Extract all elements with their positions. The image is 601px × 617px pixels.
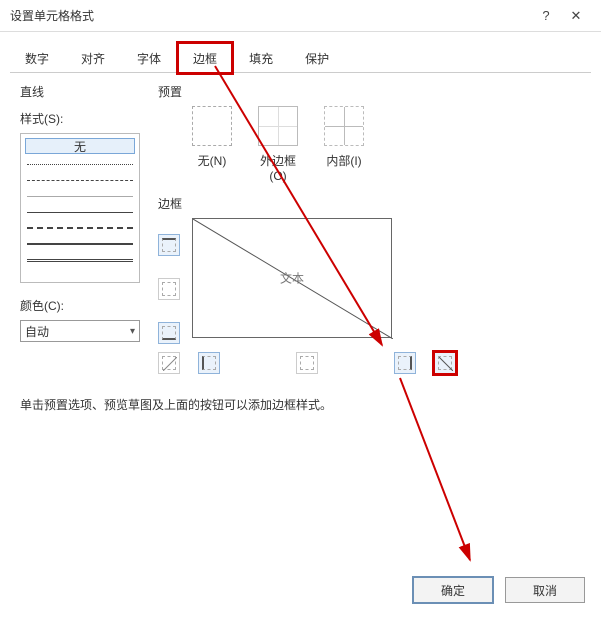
- help-button[interactable]: ?: [531, 6, 561, 26]
- preset-outer[interactable]: 外边框(O): [254, 106, 302, 183]
- preset-inner[interactable]: 内部(I): [320, 106, 368, 183]
- border-diag-down-button[interactable]: [158, 352, 180, 374]
- color-select[interactable]: 自动 ▾: [20, 320, 140, 342]
- dialog-title: 设置单元格格式: [10, 7, 531, 24]
- color-value: 自动: [25, 323, 49, 340]
- line-label: 直线: [20, 83, 140, 100]
- border-diag-up-button[interactable]: [434, 352, 456, 374]
- border-left-button[interactable]: [198, 352, 220, 374]
- tab-number[interactable]: 数字: [10, 43, 64, 73]
- border-mid-h-button[interactable]: [158, 278, 180, 300]
- close-button[interactable]: ✕: [561, 6, 591, 26]
- style-none[interactable]: 无: [25, 138, 135, 154]
- titlebar: 设置单元格格式 ? ✕: [0, 0, 601, 32]
- preset-label: 预置: [158, 83, 581, 100]
- ok-button[interactable]: 确定: [413, 577, 493, 603]
- color-label: 颜色(C):: [20, 297, 140, 314]
- tab-protect[interactable]: 保护: [290, 43, 344, 73]
- border-label: 边框: [158, 195, 581, 212]
- border-top-button[interactable]: [158, 234, 180, 256]
- style-list[interactable]: 无: [20, 133, 140, 283]
- tabs: 数字 对齐 字体 边框 填充 保护: [10, 42, 591, 73]
- tab-font[interactable]: 字体: [122, 43, 176, 73]
- chevron-down-icon: ▾: [130, 326, 135, 337]
- border-mid-v-button[interactable]: [296, 352, 318, 374]
- cancel-button[interactable]: 取消: [505, 577, 585, 603]
- border-preview[interactable]: 文本: [192, 218, 392, 338]
- hint-text: 单击预置选项、预览草图及上面的按钮可以添加边框样式。: [20, 396, 581, 413]
- preset-none[interactable]: 无(N): [188, 106, 236, 183]
- preview-text: 文本: [280, 270, 304, 287]
- border-right-button[interactable]: [394, 352, 416, 374]
- border-bottom-button[interactable]: [158, 322, 180, 344]
- tab-border[interactable]: 边框: [178, 43, 232, 73]
- tab-align[interactable]: 对齐: [66, 43, 120, 73]
- style-label: 样式(S):: [20, 110, 140, 127]
- tab-fill[interactable]: 填充: [234, 43, 288, 73]
